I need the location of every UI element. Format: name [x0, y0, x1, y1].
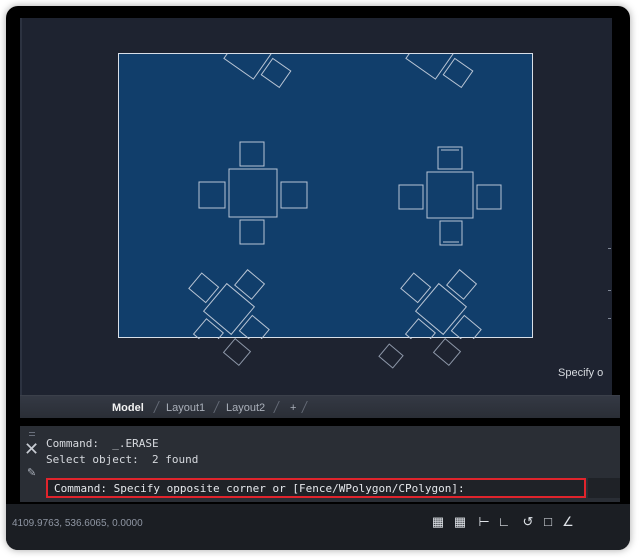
command-prompt-text: Command: Specify opposite corner or [Fen… — [54, 482, 465, 495]
close-icon[interactable]: ✕ — [24, 440, 39, 458]
history-line: Command: _.ERASE — [46, 437, 159, 450]
isodraft-icon[interactable]: ∠ — [560, 514, 576, 530]
command-input[interactable]: Command: Specify opposite corner or [Fen… — [46, 478, 586, 498]
coordinate-readout[interactable]: 4109.9763, 536.6065, 0.0000 — [12, 518, 143, 529]
command-line-panel: ✕ ✎ Command: _.ERASE Select object: 2 fo… — [20, 426, 620, 502]
infer-icon[interactable]: ⊢ — [476, 514, 492, 530]
autocad-window: Specify o Model Layout1 Layout2 + ✕ ✎ Co… — [6, 6, 630, 550]
table-set-bottom-right — [400, 269, 482, 339]
history-line: Select object: 2 found — [46, 453, 199, 466]
viewport-tick — [608, 290, 611, 291]
object-snap-icon[interactable]: □ — [540, 514, 556, 530]
command-history: Command: _.ERASE Select object: 2 found — [46, 436, 606, 468]
polar-icon[interactable]: ↺ — [520, 514, 536, 530]
table-set-bottom-left — [188, 269, 270, 339]
ortho-icon[interactable]: ∟ — [496, 514, 512, 530]
layout-tab-bar: Model Layout1 Layout2 + — [20, 395, 620, 418]
viewport-tick — [608, 248, 611, 249]
add-layout-button[interactable]: + — [284, 400, 302, 416]
command-line-handle[interactable]: ✕ ✎ — [20, 426, 42, 502]
tab-model[interactable]: Model — [106, 400, 150, 416]
table-set-middle-left — [198, 141, 308, 245]
grip-icon[interactable] — [29, 432, 35, 436]
tab-layout2[interactable]: Layout2 — [220, 400, 271, 416]
cursor-tooltip: Specify o — [558, 367, 604, 379]
table-chairs-drawing — [188, 54, 502, 339]
tab-layout1[interactable]: Layout1 — [160, 400, 211, 416]
customize-icon[interactable]: ✎ — [27, 466, 36, 479]
table-set-top-right — [405, 54, 474, 89]
viewport-tick — [608, 318, 611, 319]
drawing-canvas[interactable]: Specify o — [20, 18, 612, 395]
status-bar: 4109.9763, 536.6065, 0.0000 ▦ ▦ ⊢ ∟ ↺ □ … — [6, 504, 630, 550]
snap-grid-icon[interactable]: ▦ — [452, 514, 468, 530]
table-set-top-left — [223, 54, 292, 89]
crossing-selection-window — [118, 53, 533, 339]
table-set-middle-right — [398, 146, 502, 246]
grid-icon[interactable]: ▦ — [430, 514, 446, 530]
